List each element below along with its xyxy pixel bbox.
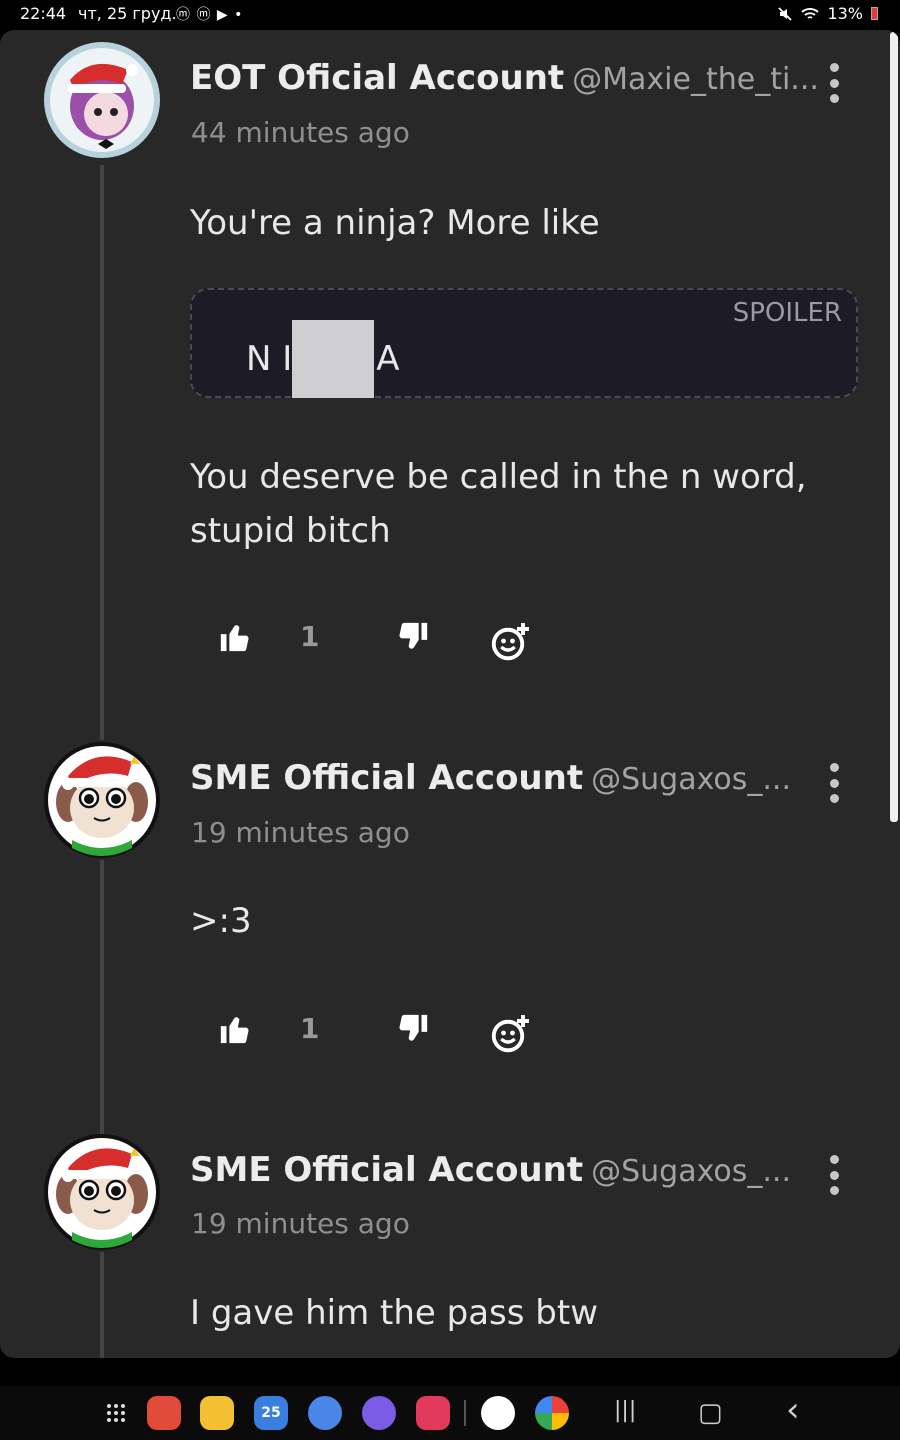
comment-timestamp: 19 minutes ago — [191, 816, 410, 849]
status-time: 22:44 — [20, 4, 67, 23]
redaction-box — [292, 320, 375, 398]
author-handle[interactable]: @Sugaxos_... — [591, 762, 791, 797]
home-button[interactable]: ▢ — [698, 1398, 723, 1428]
comment-timestamp: 19 minutes ago — [191, 1207, 410, 1240]
comment-author-line: SME Official Account @Sugaxos_... — [190, 758, 791, 798]
comment-actions: 1 — [218, 1012, 548, 1056]
like-count: 1 — [300, 1012, 320, 1045]
spoiler-text-left: N I — [246, 339, 293, 379]
navigation-bar: 25 ||| ▢ ‹ — [0, 1386, 900, 1440]
like-count: 1 — [300, 620, 320, 653]
avatar-sme[interactable] — [42, 1132, 162, 1252]
spoiler-label: SPOILER — [732, 298, 842, 328]
comment-text: >:3 — [190, 901, 252, 941]
avatar-sme[interactable] — [42, 740, 162, 860]
thread-line — [100, 165, 104, 740]
messages-app-icon[interactable] — [308, 1396, 342, 1430]
google-app-icon[interactable] — [481, 1396, 515, 1430]
status-date: чт, 25 груд. — [78, 4, 177, 23]
more-options-icon[interactable] — [827, 63, 841, 103]
author-handle[interactable]: @Maxie_the_ti... — [572, 62, 819, 97]
thumbs-up-icon[interactable] — [218, 620, 252, 654]
dock-divider — [464, 1400, 466, 1426]
comments-panel[interactable]: EOT Oficial Account @Maxie_the_ti... 44 m… — [0, 30, 900, 1358]
add-reaction-icon[interactable] — [490, 620, 532, 662]
battery-icon — [871, 7, 878, 20]
spoiler-block[interactable]: SPOILER N I A — [190, 288, 858, 398]
author-name[interactable]: SME Official Account — [190, 1150, 583, 1190]
comment-text: You're a ninja? More like — [190, 203, 600, 243]
app-drawer-icon[interactable] — [106, 1403, 126, 1423]
comment-actions: 1 — [218, 620, 548, 664]
notes-app-icon[interactable] — [147, 1396, 181, 1430]
add-reaction-icon[interactable] — [490, 1012, 532, 1054]
battery-percent: 13% — [827, 4, 863, 23]
thread-line — [100, 1252, 104, 1358]
notification-icons: ⓜ ⓜ ▶ • — [176, 7, 244, 23]
back-button[interactable]: ‹ — [786, 1390, 800, 1430]
comment-author-line: EOT Oficial Account @Maxie_the_ti... — [190, 58, 819, 98]
author-handle[interactable]: @Sugaxos_... — [591, 1154, 791, 1189]
author-name[interactable]: SME Official Account — [190, 758, 583, 798]
spoiler-text: N I A — [246, 320, 400, 398]
thread-line — [100, 860, 104, 1135]
browser-app-icon[interactable] — [362, 1396, 396, 1430]
scrollbar[interactable] — [890, 32, 898, 822]
wifi-icon — [801, 7, 820, 19]
comment-timestamp: 44 minutes ago — [191, 116, 410, 149]
photos-app-icon[interactable] — [535, 1396, 569, 1430]
files-app-icon[interactable] — [200, 1396, 234, 1430]
avatar-eot[interactable] — [42, 40, 162, 160]
calendar-app-icon[interactable]: 25 — [254, 1396, 288, 1430]
recents-button[interactable]: ||| — [614, 1398, 636, 1423]
more-options-icon[interactable] — [827, 1155, 841, 1195]
author-name[interactable]: EOT Oficial Account — [190, 58, 564, 98]
thumbs-down-icon[interactable] — [396, 620, 430, 654]
comment-text: You deserve be called in the n word, stu… — [190, 457, 807, 551]
mute-icon — [778, 6, 793, 21]
spoiler-text-right: A — [376, 339, 400, 379]
comment-author-line: SME Official Account @Sugaxos_... — [190, 1150, 791, 1190]
thumbs-up-icon[interactable] — [218, 1012, 252, 1046]
camera-app-icon[interactable] — [416, 1396, 450, 1430]
status-right: 13% — [777, 4, 878, 23]
status-bar: 22:44 чт, 25 груд. ⓜ ⓜ ▶ • 13% — [0, 0, 900, 28]
thumbs-down-icon[interactable] — [396, 1012, 430, 1046]
comment-text: I gave him the pass btw — [190, 1293, 598, 1333]
more-options-icon[interactable] — [827, 763, 841, 803]
